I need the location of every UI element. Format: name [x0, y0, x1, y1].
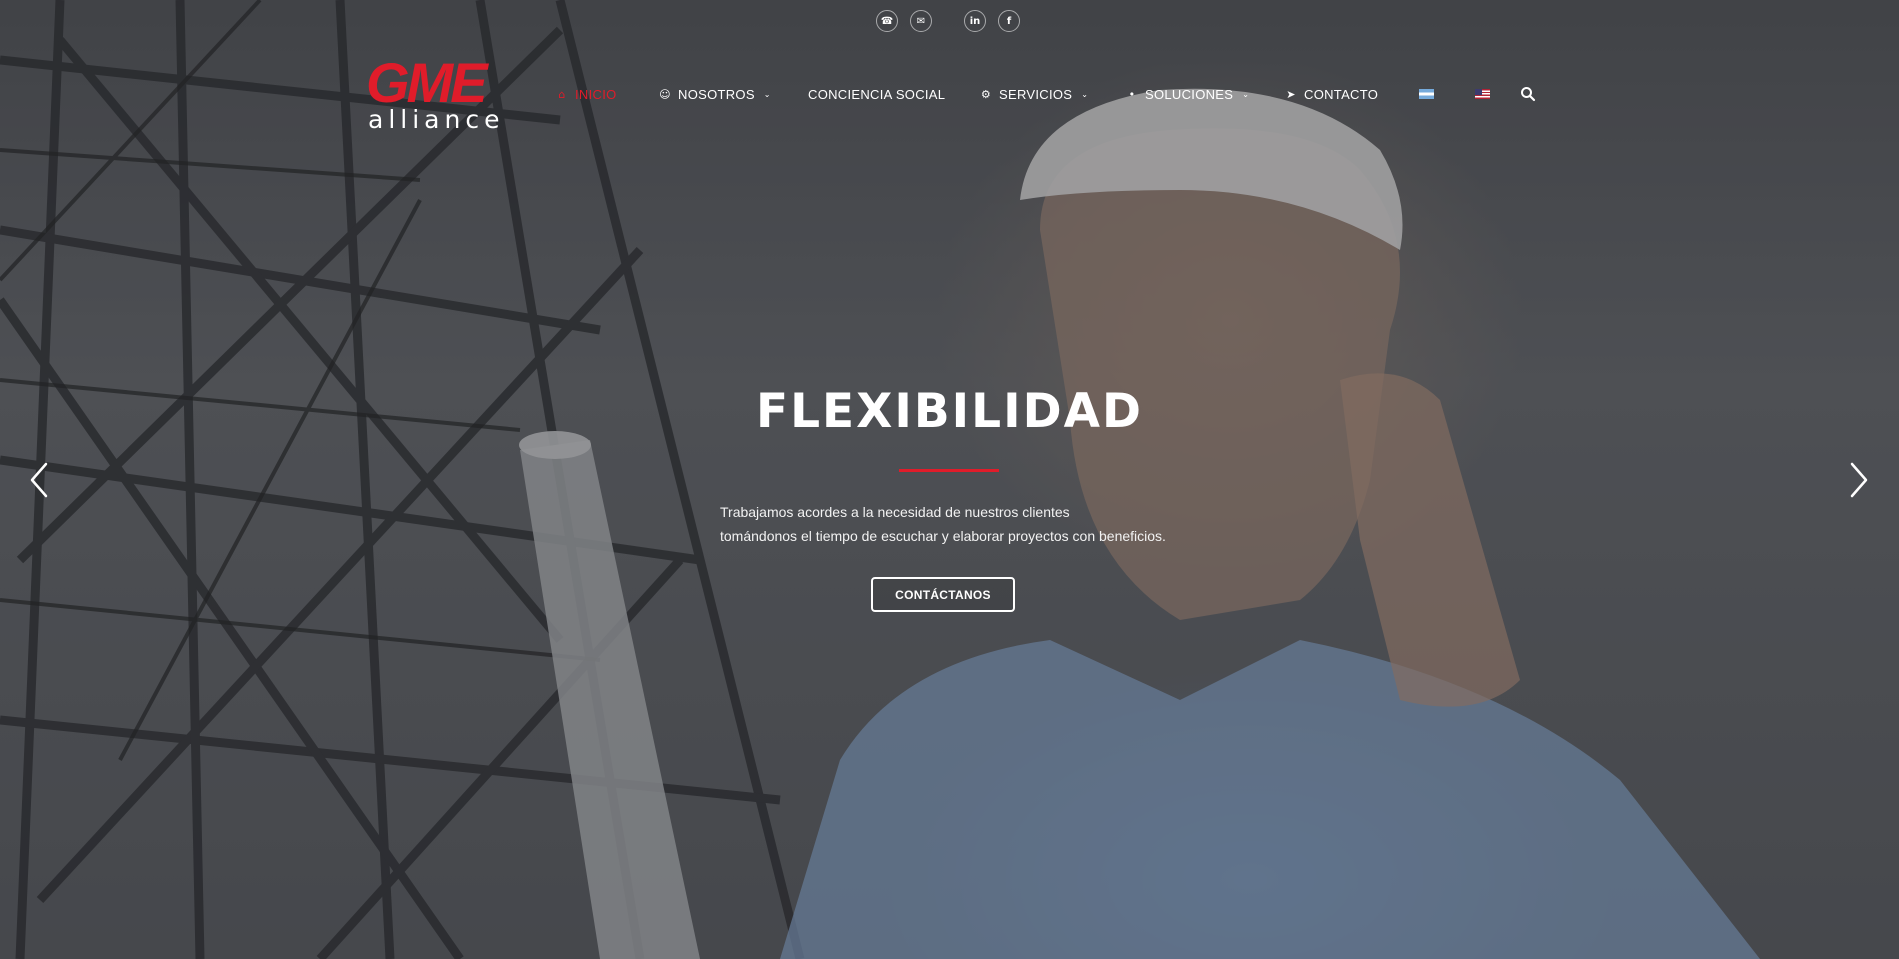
- facebook-icon[interactable]: f: [998, 10, 1020, 32]
- main-navigation: ⌂ INICIO ☺ NOSOTROS ⌄ CONCIENCIA SOCIAL …: [0, 84, 1899, 104]
- nav-item-soluciones[interactable]: • SOLUCIONES ⌄: [1126, 84, 1249, 104]
- nav-item-label: SOLUCIONES: [1145, 86, 1234, 102]
- user-icon: ☺: [659, 87, 671, 101]
- lightbulb-icon: •: [1128, 87, 1136, 101]
- home-icon: ⌂: [558, 87, 566, 101]
- phone-icon[interactable]: ☎: [876, 10, 898, 32]
- hero-dark-overlay: [0, 0, 1899, 959]
- chevron-down-icon: ⌄: [763, 89, 771, 99]
- chevron-right-icon[interactable]: [1844, 458, 1874, 502]
- page: ☎ ✉ in f GME alliance ⌂ INICIO ☺ NOSOTRO…: [0, 0, 1899, 959]
- logo-secondary-text: alliance: [368, 105, 505, 134]
- nav-item-conciencia-social[interactable]: CONCIENCIA SOCIAL: [808, 84, 945, 104]
- gears-icon: ⚙: [980, 87, 992, 101]
- flag-usa-icon[interactable]: [1475, 89, 1490, 99]
- hero-description: Trabajamos acordes a la necesidad de nue…: [720, 500, 1280, 548]
- nav-item-label: CONCIENCIA SOCIAL: [808, 86, 946, 102]
- top-social-bar: ☎ ✉ in f: [0, 10, 1899, 34]
- hero-divider: [899, 469, 999, 472]
- nav-item-label: NOSOTROS: [678, 86, 755, 102]
- hero-description-line: Trabajamos acordes a la necesidad de nue…: [720, 504, 1070, 520]
- chevron-left-icon[interactable]: [24, 458, 54, 502]
- mail-icon[interactable]: ✉: [910, 10, 932, 32]
- linkedin-icon[interactable]: in: [964, 10, 986, 32]
- nav-item-contacto[interactable]: ➤ CONTACTO: [1285, 84, 1378, 104]
- chevron-down-icon: ⌄: [1242, 89, 1250, 99]
- nav-item-label: INICIO: [575, 86, 617, 102]
- flag-argentina-icon[interactable]: [1419, 89, 1434, 99]
- nav-item-nosotros[interactable]: ☺ NOSOTROS ⌄: [659, 84, 771, 104]
- search-icon[interactable]: [1520, 86, 1536, 102]
- nav-item-inicio[interactable]: ⌂ INICIO: [556, 84, 617, 104]
- nav-item-label: CONTACTO: [1304, 86, 1379, 102]
- paper-plane-icon: ➤: [1286, 87, 1296, 101]
- contact-button[interactable]: CONTÁCTANOS: [871, 577, 1015, 612]
- hero-description-line: tomándonos el tiempo de escuchar y elabo…: [720, 528, 1166, 544]
- nav-item-servicios[interactable]: ⚙ SERVICIOS ⌄: [980, 84, 1088, 104]
- chevron-down-icon: ⌄: [1081, 89, 1089, 99]
- hero-title: FLEXIBILIDAD: [755, 384, 1144, 439]
- nav-item-label: SERVICIOS: [999, 86, 1073, 102]
